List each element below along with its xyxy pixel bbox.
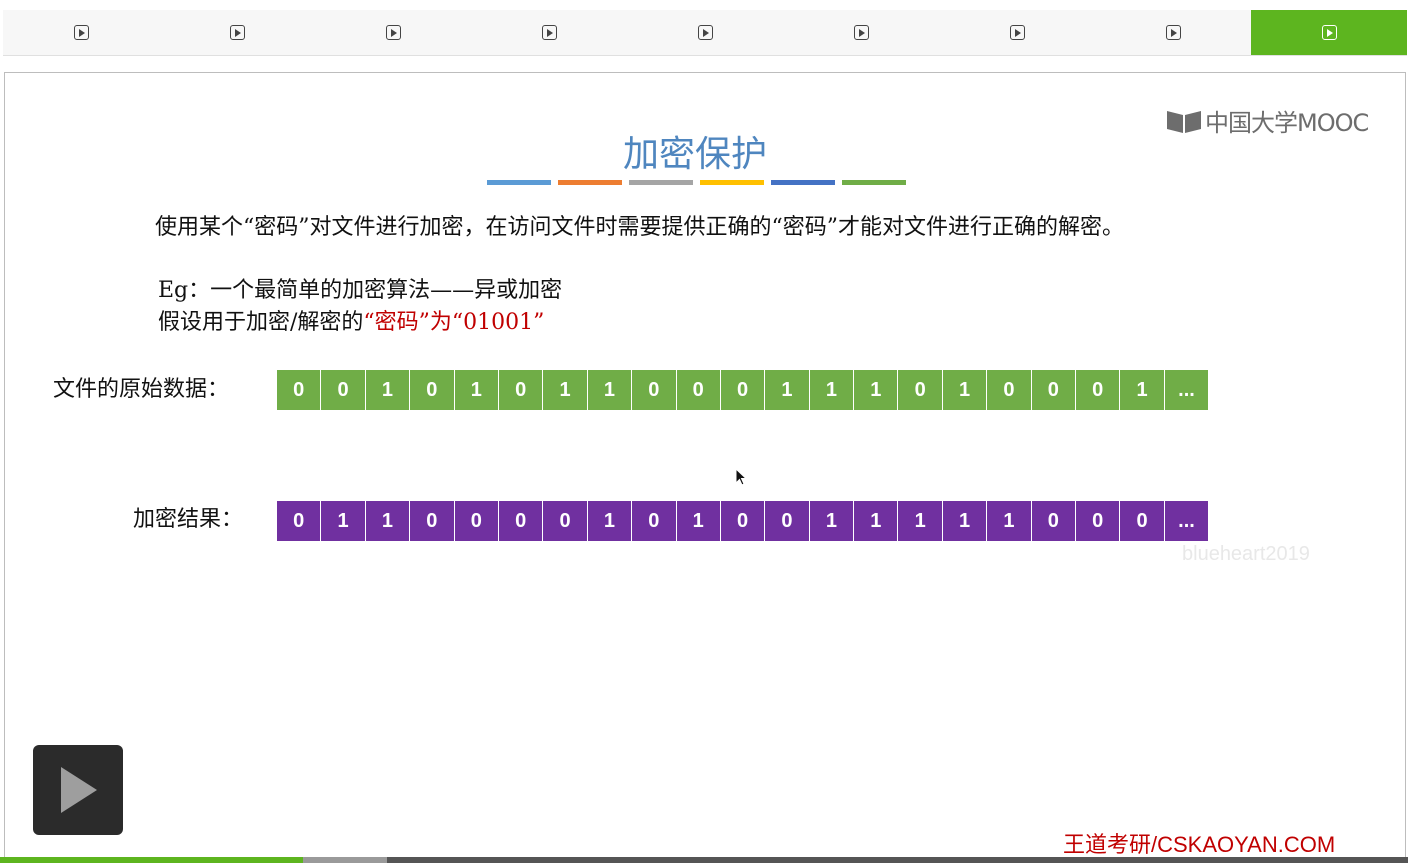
original-bits-row: 0 0 1 0 1 0 1 1 0 0 0 1 1 1 0 1 0 0 0 1... — [277, 370, 1209, 410]
mouse-cursor-icon — [735, 468, 748, 486]
example-block: Eg：一个最简单的加密算法——异或加密 假设用于加密/解密的“密码”为“0100… — [158, 275, 562, 339]
encrypted-bit-cell: 1 — [854, 501, 898, 541]
lesson-tab-3[interactable] — [315, 10, 471, 55]
title-bar-4 — [700, 180, 764, 185]
lesson-tab-7[interactable] — [939, 10, 1095, 55]
play-icon — [697, 25, 713, 40]
video-progress-bar[interactable] — [0, 857, 1408, 863]
lesson-tab-6[interactable] — [783, 10, 939, 55]
title-underline-bars — [487, 180, 906, 185]
original-bit-cell: 1 — [854, 370, 898, 410]
encrypted-bits-row: 0 1 1 0 0 0 0 1 0 1 0 0 1 1 1 1 1 0 0 0... — [277, 501, 1209, 541]
encrypted-bit-cell: 1 — [987, 501, 1031, 541]
encrypted-bit-cell: 1 — [676, 501, 720, 541]
encrypted-bit-cell: 1 — [942, 501, 987, 541]
play-icon — [1009, 25, 1025, 40]
play-icon — [853, 25, 869, 40]
example-line-1: Eg：一个最简单的加密算法——异或加密 — [158, 278, 563, 303]
encrypted-bit-cell: 1 — [809, 501, 854, 541]
title-bar-5 — [771, 180, 835, 185]
big-play-button[interactable] — [33, 745, 123, 835]
original-bit-cell: 1 — [543, 370, 587, 410]
lesson-tab-5[interactable] — [627, 10, 783, 55]
encrypted-bit-cell: 1 — [587, 501, 632, 541]
lesson-tab-9[interactable] — [1251, 10, 1407, 55]
original-bit-cell: 0 — [1031, 370, 1076, 410]
original-bit-cell: 0 — [321, 370, 365, 410]
title-bar-3 — [629, 180, 693, 185]
encrypted-bit-cell: 0 — [1120, 501, 1164, 541]
original-bit-cell: 0 — [898, 370, 942, 410]
play-icon — [385, 25, 401, 40]
encrypted-bit-cell: 0 — [498, 501, 543, 541]
original-bit-cell: 1 — [942, 370, 987, 410]
original-bit-cell: 0 — [277, 370, 321, 410]
slide-frame: 中国大学MOOC 加密保护 使用某个“密码”对文件进行加密，在访问文件时需要提供… — [4, 72, 1406, 858]
lesson-tab-8[interactable] — [1095, 10, 1251, 55]
original-bit-cell: 0 — [498, 370, 543, 410]
encrypted-bit-cell: ... — [1164, 501, 1209, 541]
lesson-tab-2[interactable] — [159, 10, 315, 55]
encrypted-bit-cell: 0 — [410, 501, 454, 541]
footer-brand: 王道考研/CSKAOYAN.COM — [1063, 832, 1336, 857]
original-bit-cell: 0 — [676, 370, 720, 410]
encrypted-bit-cell: 0 — [1031, 501, 1076, 541]
encrypted-bit-cell: 0 — [543, 501, 587, 541]
description-text: 使用某个“密码”对文件进行加密，在访问文件时需要提供正确的“密码”才能对文件进行… — [155, 215, 1124, 240]
encrypted-bit-cell: 1 — [365, 501, 410, 541]
title-bar-2 — [558, 180, 622, 185]
original-bit-cell: ... — [1164, 370, 1209, 410]
original-bit-cell: 1 — [1120, 370, 1164, 410]
encrypted-bit-cell: 0 — [765, 501, 809, 541]
slide-title: 加密保护 — [622, 134, 767, 175]
watermark: blueheart2019 — [1182, 543, 1310, 565]
progress-played — [0, 857, 303, 863]
original-bit-cell: 0 — [632, 370, 676, 410]
encrypted-bit-cell: 0 — [1076, 501, 1120, 541]
original-bit-cell: 1 — [587, 370, 632, 410]
play-icon — [1321, 25, 1337, 40]
original-bit-cell: 1 — [454, 370, 498, 410]
encrypted-bit-cell: 0 — [454, 501, 498, 541]
original-bit-cell: 1 — [765, 370, 809, 410]
example-line-2: 假设用于加密/解密的“密码”为“01001” — [158, 307, 562, 339]
original-bit-cell: 1 — [365, 370, 410, 410]
original-bit-cell: 0 — [410, 370, 454, 410]
play-icon — [73, 25, 89, 40]
title-bar-1 — [487, 180, 551, 185]
title-bar-6 — [842, 180, 906, 185]
encrypted-bit-cell: 1 — [321, 501, 365, 541]
lesson-tab-4[interactable] — [471, 10, 627, 55]
encrypted-bit-cell: 0 — [277, 501, 321, 541]
example-line-2-prefix: 假设用于加密/解密的 — [158, 310, 364, 335]
original-data-label: 文件的原始数据： — [53, 377, 230, 402]
play-icon — [541, 25, 557, 40]
encrypted-bit-cell: 0 — [720, 501, 765, 541]
lesson-tab-strip — [3, 10, 1407, 56]
encrypted-bit-cell: 1 — [898, 501, 942, 541]
original-bit-cell: 0 — [720, 370, 765, 410]
original-bit-cell: 1 — [809, 370, 854, 410]
original-bit-cell: 0 — [987, 370, 1031, 410]
play-icon — [1165, 25, 1181, 40]
lesson-tab-1[interactable] — [3, 10, 159, 55]
encrypted-bit-cell: 0 — [632, 501, 676, 541]
play-icon — [229, 25, 245, 40]
encrypted-result-label: 加密结果： — [133, 507, 244, 532]
original-bit-cell: 0 — [1076, 370, 1120, 410]
example-password: “密码”为“01001” — [363, 310, 545, 335]
